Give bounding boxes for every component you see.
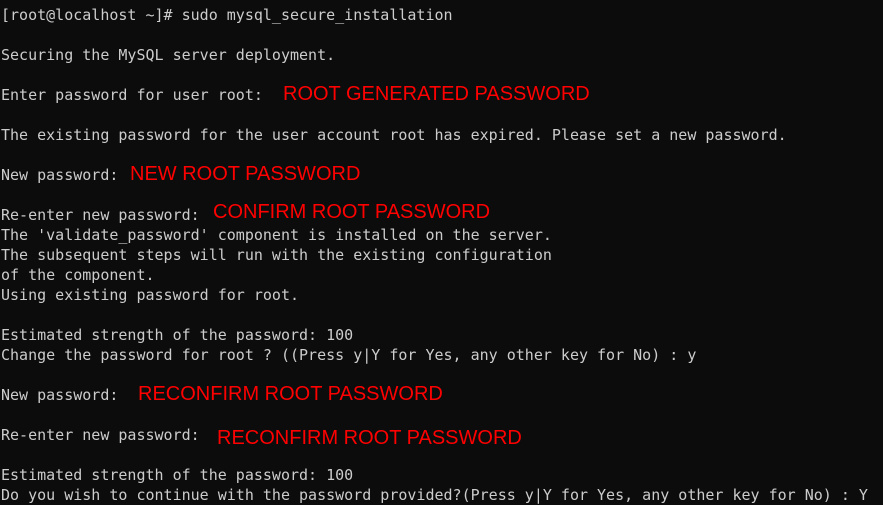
terminal-line-using-existing: Using existing password for root. [1,286,300,304]
terminal-line-change-prompt: Change the password for root ? ((Press y… [1,346,697,364]
annotation-reconfirm-root-password-2: RECONFIRM ROOT PASSWORD [217,427,522,449]
terminal-line-subsequent-steps: The subsequent steps will run with the e… [1,246,552,264]
terminal-line-strength-2: Estimated strength of the password: 100 [1,466,354,484]
terminal-window[interactable]: [root@localhost ~]# sudo mysql_secure_in… [0,0,883,505]
terminal-line-enter-password: Enter password for user root: [1,86,263,104]
terminal-line-reenter-password: Re-enter new password: [1,206,200,224]
terminal-line-expired: The existing password for the user accou… [1,126,787,144]
terminal-line-validate-component: The 'validate_password' component is ins… [1,226,552,244]
terminal-line-of-component: of the component. [1,266,155,284]
terminal-line-continue-prompt: Do you wish to continue with the passwor… [1,486,868,504]
terminal-line-new-password-2: New password: [1,386,119,404]
terminal-line-command: [root@localhost ~]# sudo mysql_secure_in… [1,6,453,24]
annotation-reconfirm-root-password: RECONFIRM ROOT PASSWORD [138,383,443,405]
annotation-confirm-root-password: CONFIRM ROOT PASSWORD [213,201,491,223]
terminal-line-securing: Securing the MySQL server deployment. [1,46,336,64]
terminal-line-strength: Estimated strength of the password: 100 [1,326,354,344]
annotation-new-root-password: NEW ROOT PASSWORD [130,163,361,185]
terminal-line-new-password: New password: [1,166,119,184]
annotation-root-generated-password: ROOT GENERATED PASSWORD [283,83,590,105]
terminal-line-reenter-password-2: Re-enter new password: [1,426,200,444]
